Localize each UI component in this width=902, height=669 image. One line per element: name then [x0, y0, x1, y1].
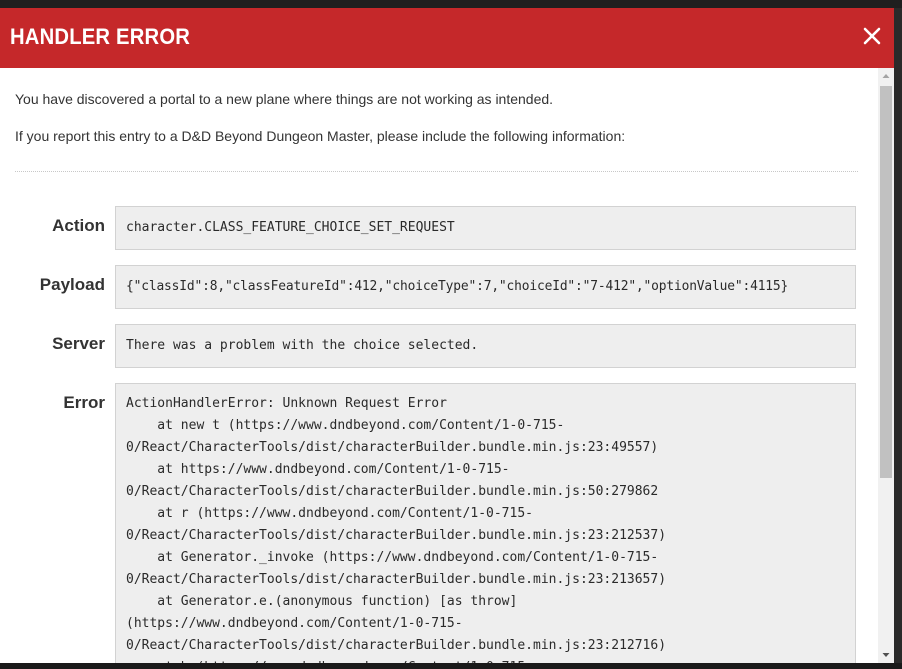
chevron-up-icon — [882, 74, 890, 78]
intro-text: You have discovered a portal to a new pl… — [15, 91, 554, 107]
close-button[interactable] — [862, 26, 882, 46]
modal-title: HANDLER ERROR — [10, 24, 191, 49]
close-icon — [863, 27, 881, 45]
window-bottom-strip — [0, 663, 902, 669]
scroll-up-button[interactable] — [878, 68, 894, 84]
modal-body: You have discovered a portal to a new pl… — [0, 68, 878, 663]
report-instructions: If you report this entry to a D&D Beyond… — [15, 128, 626, 144]
vertical-scrollbar[interactable] — [878, 68, 894, 663]
scroll-down-button[interactable] — [878, 647, 894, 663]
chevron-down-icon — [882, 653, 890, 657]
divider — [15, 171, 858, 172]
action-value: character.CLASS_FEATURE_CHOICE_SET_REQUE… — [115, 206, 856, 250]
error-stack-trace: ActionHandlerError: Unknown Request Erro… — [115, 383, 856, 663]
payload-value: {"classId":8,"classFeatureId":412,"choic… — [115, 265, 856, 309]
action-label: Action — [52, 216, 105, 235]
window-top-strip — [0, 0, 902, 8]
payload-label: Payload — [39, 275, 105, 294]
server-label: Server — [52, 334, 105, 353]
window-right-edge — [894, 8, 902, 663]
modal-header: HANDLER ERROR — [0, 8, 894, 68]
error-label: Error — [63, 393, 105, 412]
scrollbar-thumb[interactable] — [880, 86, 892, 478]
handler-error-modal: HANDLER ERROR You have discovered a port… — [0, 8, 894, 663]
server-value: There was a problem with the choice sele… — [115, 324, 856, 368]
